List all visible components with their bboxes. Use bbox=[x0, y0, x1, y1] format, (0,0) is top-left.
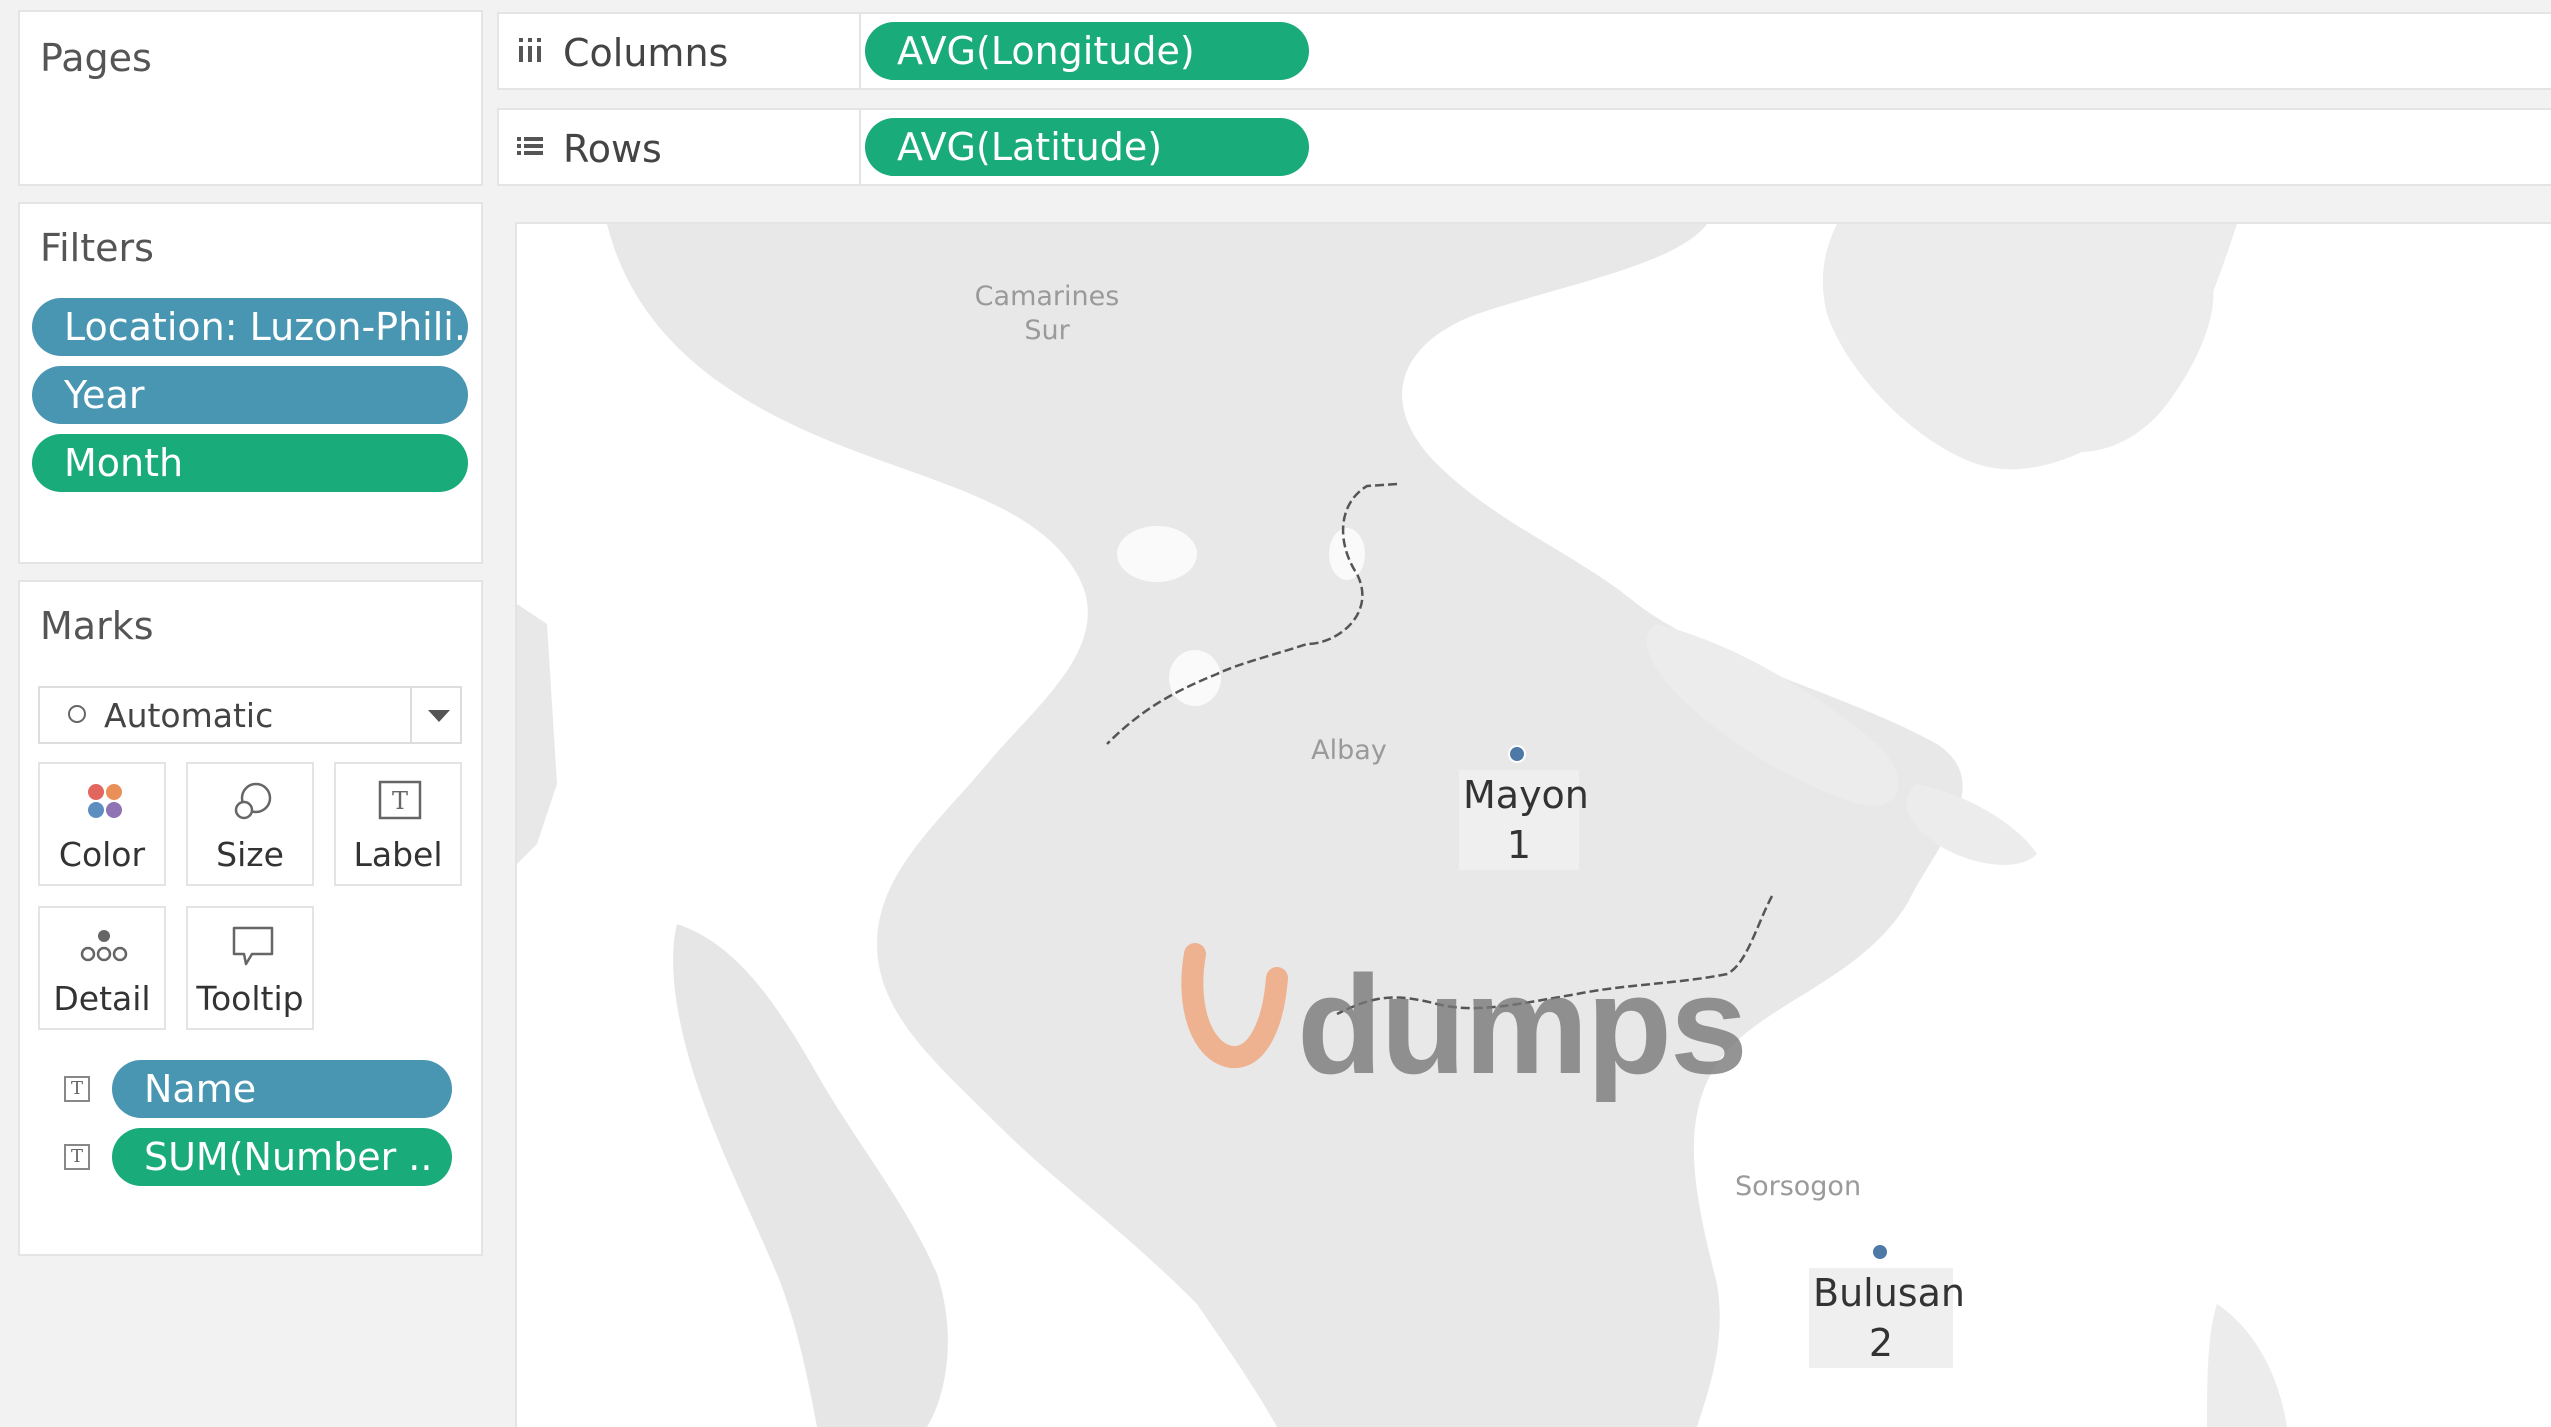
size-tile[interactable]: Size bbox=[186, 762, 314, 886]
map-label-mayon: Mayon 1 bbox=[1459, 770, 1589, 870]
pages-title: Pages bbox=[40, 36, 152, 80]
label-tile[interactable]: T Label bbox=[334, 762, 462, 886]
mark-type-value: Automatic bbox=[104, 696, 274, 735]
detail-tile-label: Detail bbox=[53, 979, 151, 1018]
marks-title: Marks bbox=[40, 604, 154, 648]
map-point-mayon[interactable] bbox=[1508, 745, 1526, 763]
columns-pill-avg-longitude[interactable]: AVG(Longitude) bbox=[865, 22, 1309, 80]
filter-pill-month[interactable]: Month bbox=[32, 434, 468, 492]
map-point-bulusan[interactable] bbox=[1871, 1243, 1889, 1261]
bulusan-value: 2 bbox=[1868, 1321, 1894, 1365]
columns-shelf-label: Columns bbox=[499, 14, 861, 88]
size-tile-label: Size bbox=[216, 835, 284, 874]
tooltip-tile-label: Tooltip bbox=[196, 979, 304, 1018]
marks-field-name[interactable]: Name bbox=[112, 1060, 452, 1118]
text-field-icon: T bbox=[64, 1076, 90, 1102]
text-label-icon: T bbox=[336, 778, 460, 828]
map-view[interactable]: Camarines Sur Albay Sorsogon Mayon 1 Bul… bbox=[515, 222, 2551, 1427]
text-field-icon: T bbox=[64, 1144, 90, 1170]
rows-shelf-label: Rows bbox=[499, 110, 861, 184]
dropdown-divider bbox=[410, 688, 412, 742]
columns-shelf[interactable]: Columns AVG(Longitude) bbox=[497, 12, 2551, 90]
rows-pill-avg-latitude[interactable]: AVG(Latitude) bbox=[865, 118, 1309, 176]
detail-tile[interactable]: Detail bbox=[38, 906, 166, 1030]
marks-card: Marks Automatic Color Size T Label Detai… bbox=[18, 580, 483, 1256]
marks-field-sum-number[interactable]: SUM(Number .. bbox=[112, 1128, 452, 1186]
columns-label: Columns bbox=[563, 31, 729, 75]
pages-card[interactable]: Pages bbox=[18, 10, 483, 186]
filter-pill-location[interactable]: Location: Luzon-Phili.. bbox=[32, 298, 468, 356]
rows-shelf[interactable]: Rows AVG(Latitude) bbox=[497, 108, 2551, 186]
color-tile[interactable]: Color bbox=[38, 762, 166, 886]
mayon-value: 1 bbox=[1506, 823, 1532, 867]
place-name-camarines-sur: Camarines Sur bbox=[974, 281, 1120, 346]
label-tile-label: Label bbox=[353, 835, 443, 874]
watermark-logo-icon bbox=[1181, 943, 1288, 1069]
left-panel-empty-area bbox=[18, 1262, 483, 1425]
columns-icon bbox=[519, 38, 541, 62]
color-tile-label: Color bbox=[58, 835, 146, 874]
mark-type-dropdown[interactable]: Automatic bbox=[38, 686, 462, 744]
tooltip-tile[interactable]: Tooltip bbox=[186, 906, 314, 1030]
size-icon bbox=[188, 778, 312, 828]
tooltip-icon bbox=[188, 922, 312, 972]
rows-icon bbox=[517, 137, 543, 155]
place-name-sorsogon: Sorsogon bbox=[1734, 1171, 1862, 1202]
mayon-name: Mayon bbox=[1463, 773, 1589, 817]
filters-card: Filters Location: Luzon-Phili.. Year Mon… bbox=[18, 202, 483, 564]
map-label-bulusan: Bulusan 2 bbox=[1809, 1268, 1965, 1368]
detail-icon bbox=[40, 922, 164, 972]
circle-icon bbox=[68, 705, 86, 723]
watermark: dumps bbox=[1177, 924, 1897, 1124]
color-icon bbox=[40, 778, 164, 828]
filter-pill-year[interactable]: Year bbox=[32, 366, 468, 424]
svg-text:T: T bbox=[392, 787, 408, 815]
place-name-albay: Albay bbox=[1311, 735, 1387, 766]
chevron-down-icon[interactable] bbox=[428, 710, 450, 722]
filters-title: Filters bbox=[40, 226, 154, 270]
bulusan-name: Bulusan bbox=[1813, 1271, 1965, 1315]
watermark-text: dumps bbox=[1297, 946, 1748, 1103]
rows-label: Rows bbox=[563, 127, 662, 171]
